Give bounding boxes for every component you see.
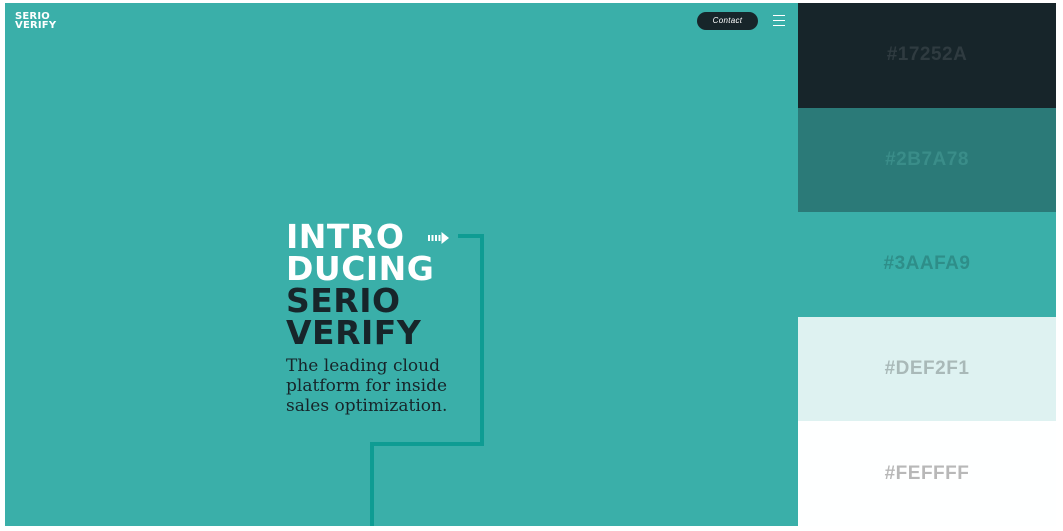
palette-swatch: #3AAFA9 (798, 212, 1056, 317)
screenshot-frame: SERIO VERIFY Contact INTRO DUCING SERIO … (5, 3, 1056, 526)
tagline-line-3: sales optimization. (286, 396, 448, 416)
palette-swatch: #DEF2F1 (798, 316, 1056, 422)
swatch-label: #DEF2F1 (884, 358, 970, 380)
swatch-label: #17252A (886, 44, 968, 66)
swatch-label: #2B7A78 (885, 148, 969, 170)
hero-tagline: The leading cloud platform for inside sa… (286, 356, 447, 416)
tagline-line-2: platform for inside (286, 376, 448, 396)
swatch-label: #3AAFA9 (883, 253, 971, 275)
hero-headline: INTRO DUCING SERIO VERIFY (286, 220, 447, 352)
palette-swatch: #FEFFFF (798, 421, 1056, 526)
color-palette: #17252A #2B7A78 #3AAFA9 #DEF2F1 #FEFFFF (798, 3, 1056, 526)
palette-swatch: #2B7A78 (798, 107, 1056, 213)
tagline-line-1: The leading cloud (286, 356, 440, 376)
website-preview: SERIO VERIFY Contact INTRO DUCING SERIO … (5, 3, 798, 526)
hero-block: INTRO DUCING SERIO VERIFY The leading cl… (286, 220, 447, 416)
palette-swatch: #17252A (798, 3, 1056, 108)
headline-line-4: VERIFY (286, 313, 422, 352)
swatch-label: #FEFFFF (884, 462, 970, 484)
